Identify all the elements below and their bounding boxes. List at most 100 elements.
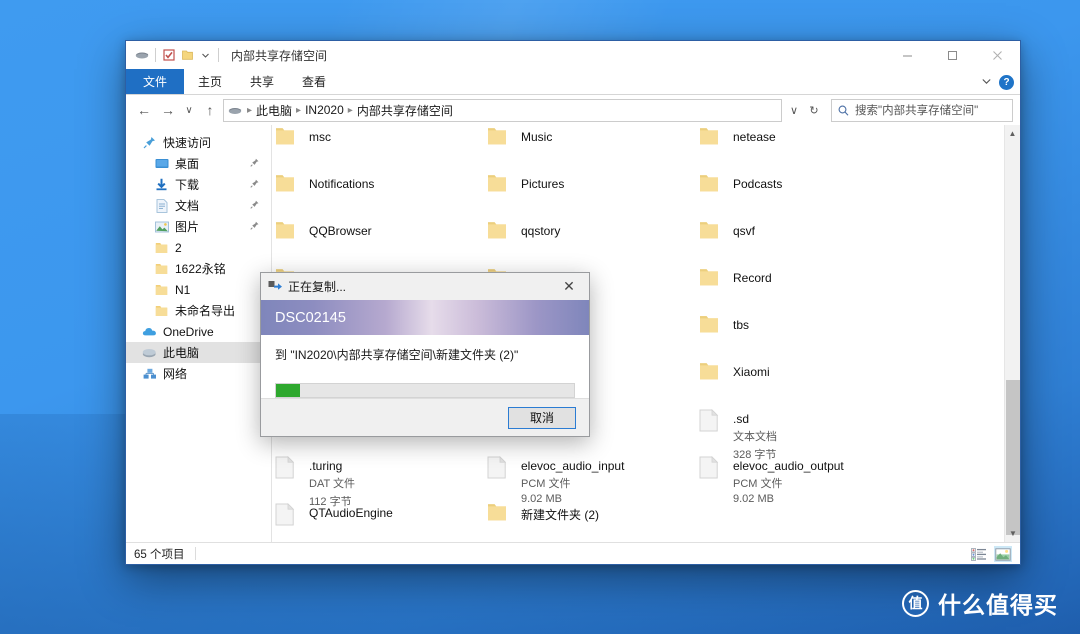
sidebar-item-label: 网络 [163, 367, 188, 381]
tab-view[interactable]: 查看 [288, 69, 340, 94]
scrollbar-thumb[interactable] [1006, 380, 1020, 535]
folder-icon [154, 282, 169, 297]
breadcrumb-sep-1: ▸ [296, 104, 302, 116]
maximize-button[interactable] [930, 41, 975, 69]
this-pc-icon [133, 46, 151, 64]
folder-item[interactable]: qqstory [484, 219, 684, 240]
tab-file[interactable]: 文件 [126, 69, 185, 94]
folder-item[interactable]: Pictures [484, 172, 684, 193]
sidebar-item-label: 未命名导出 [175, 304, 236, 318]
file-name: Podcasts [733, 177, 783, 191]
sidebar-item-3[interactable]: 文档 [126, 195, 271, 216]
refresh-button[interactable]: ↻ [804, 99, 824, 122]
file-item[interactable]: QTAudioEngine [272, 501, 472, 526]
close-button[interactable] [975, 41, 1020, 69]
file-type: PCM 文件 [521, 478, 571, 490]
pin-icon[interactable] [250, 221, 259, 232]
file-type: 文本文档 [733, 431, 777, 443]
address-bar-buttons: ∨ ↻ [784, 99, 824, 122]
sidebar-item-2[interactable]: 下载 [126, 174, 271, 195]
view-buttons [970, 543, 1012, 565]
details-view-button[interactable] [970, 546, 988, 562]
file-icon [484, 454, 510, 479]
sidebar-item-11[interactable]: 网络 [126, 363, 271, 384]
tab-home[interactable]: 主页 [184, 69, 236, 94]
folder-item[interactable]: netease [696, 125, 896, 146]
folder-item[interactable]: 新建文件夹 (2) [484, 501, 684, 523]
file-name: 新建文件夹 (2) [521, 508, 600, 522]
search-input[interactable]: 搜索"内部共享存储空间" [831, 98, 1013, 122]
pin-icon[interactable] [250, 158, 259, 169]
file-meta: qqstory [521, 219, 560, 238]
minimize-button[interactable] [885, 41, 930, 69]
sidebar-item-label: 1622永铭 [175, 262, 226, 276]
back-button[interactable]: ← [133, 98, 155, 122]
ribbon-right-controls: ? [981, 69, 1014, 95]
window-controls [885, 41, 1020, 69]
cancel-button[interactable]: 取消 [508, 406, 576, 429]
folder-icon [484, 219, 510, 240]
scroll-down-arrow[interactable]: ▼ [1005, 525, 1020, 542]
forward-button[interactable]: → [157, 98, 179, 122]
ribbon-collapse-icon[interactable] [981, 75, 992, 89]
copy-progress-dialog: 正在复制... ✕ DSC02145 到 "IN2020\内部共享存储空间\新建… [260, 272, 590, 437]
sidebar-item-8[interactable]: 未命名导出 [126, 300, 271, 321]
breadcrumb-current[interactable]: 内部共享存储空间 [357, 102, 453, 119]
file-meta: Record [733, 266, 772, 285]
folder-item[interactable]: QQBrowser [272, 219, 472, 240]
breadcrumb-this-pc[interactable]: 此电脑 [256, 102, 292, 119]
pin-icon[interactable] [250, 179, 259, 190]
sidebar-item-label: N1 [175, 282, 191, 297]
chevron-down-icon[interactable] [196, 46, 214, 64]
help-icon[interactable]: ? [999, 74, 1014, 90]
scroll-up-arrow[interactable]: ▲ [1005, 125, 1020, 142]
folder-item[interactable]: Music [484, 125, 684, 146]
address-dropdown-button[interactable]: ∨ [784, 99, 804, 122]
file-explorer-window: 内部共享存储空间 文件 主页 共享 查看 ? ← → ∨ ↑ ▸ 此电脑 ▸ I… [125, 40, 1021, 565]
sidebar-item-1[interactable]: 桌面 [126, 153, 271, 174]
recent-locations-button[interactable]: ∨ [181, 98, 197, 122]
file-icon [272, 454, 298, 479]
sidebar-item-6[interactable]: 1622永铭 [126, 258, 271, 279]
properties-icon[interactable] [160, 46, 178, 64]
file-name: QTAudioEngine [309, 506, 393, 520]
folder-item[interactable]: Xiaomi [696, 360, 896, 381]
folder-item[interactable]: tbs [696, 313, 896, 334]
file-name: Music [521, 130, 553, 144]
pin-icon[interactable] [250, 200, 259, 211]
sidebar-item-9[interactable]: OneDrive [126, 321, 271, 342]
folder-item[interactable]: Record [696, 266, 896, 287]
large-icons-view-button[interactable] [994, 546, 1012, 562]
address-field[interactable]: ▸ 此电脑 ▸ IN2020 ▸ 内部共享存储空间 [223, 98, 782, 122]
folder-icon [484, 501, 510, 522]
sidebar-item-0[interactable]: 快速访问 [126, 132, 271, 153]
destination-path: 到 "IN2020\内部共享存储空间\新建文件夹 (2)" [275, 348, 519, 363]
quick-access-toolbar: 内部共享存储空间 [126, 41, 327, 69]
dialog-close-button[interactable]: ✕ [549, 273, 589, 300]
sidebar-item-10[interactable]: 此电脑 [126, 342, 271, 363]
file-name: Record [733, 271, 772, 285]
folder-item[interactable]: msc [272, 125, 472, 146]
window-title: 内部共享存储空间 [231, 48, 328, 63]
vertical-scrollbar[interactable]: ▲ ▼ [1004, 125, 1020, 542]
folder-item[interactable]: Podcasts [696, 172, 896, 193]
file-item[interactable]: elevoc_audio_input PCM 文件 9.02 MB [484, 454, 684, 505]
new-folder-icon[interactable] [178, 46, 196, 64]
folder-item[interactable]: Notifications [272, 172, 472, 193]
breadcrumb-in2020[interactable]: IN2020 [305, 103, 344, 117]
up-button[interactable]: ↑ [199, 98, 221, 122]
folder-icon [154, 240, 169, 255]
sidebar-item-label: 此电脑 [163, 346, 200, 360]
dialog-titlebar: 正在复制... ✕ [261, 273, 589, 300]
folder-icon [696, 313, 722, 334]
search-placeholder: 搜索"内部共享存储空间" [855, 105, 979, 117]
tab-share[interactable]: 共享 [236, 69, 288, 94]
file-item[interactable]: elevoc_audio_output PCM 文件 9.02 MB [696, 454, 896, 505]
sidebar-item-7[interactable]: N1 [126, 279, 271, 300]
sidebar-item-5[interactable]: 2 [126, 237, 271, 258]
sidebar-item-label: 桌面 [175, 157, 200, 171]
copying-filename: DSC02145 [275, 309, 346, 326]
sidebar-item-4[interactable]: 图片 [126, 216, 271, 237]
folder-item[interactable]: qsvf [696, 219, 896, 240]
network-icon [142, 366, 157, 381]
